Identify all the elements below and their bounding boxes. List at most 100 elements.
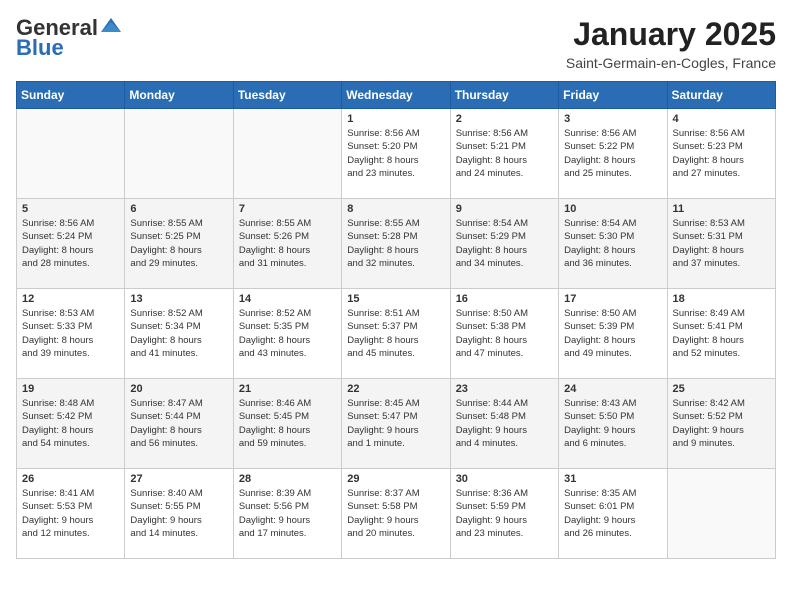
day-info: Sunrise: 8:43 AM Sunset: 5:50 PM Dayligh… (564, 397, 661, 450)
page-header: General Blue January 2025 Saint-Germain-… (16, 16, 776, 71)
day-info: Sunrise: 8:56 AM Sunset: 5:22 PM Dayligh… (564, 127, 661, 180)
day-number: 14 (239, 293, 336, 305)
calendar-week-4: 19 Sunrise: 8:48 AM Sunset: 5:42 PM Dayli… (17, 379, 776, 469)
day-info: Sunrise: 8:54 AM Sunset: 5:30 PM Dayligh… (564, 217, 661, 270)
calendar-cell: 6 Sunrise: 8:55 AM Sunset: 5:25 PM Daylig… (125, 199, 233, 289)
day-info: Sunrise: 8:56 AM Sunset: 5:21 PM Dayligh… (456, 127, 553, 180)
day-number: 28 (239, 473, 336, 485)
logo-blue: Blue (16, 36, 64, 60)
day-number: 23 (456, 383, 553, 395)
day-number: 1 (347, 113, 444, 125)
calendar-cell: 28 Sunrise: 8:39 AM Sunset: 5:56 PM Dayli… (233, 469, 341, 559)
day-info: Sunrise: 8:50 AM Sunset: 5:39 PM Dayligh… (564, 307, 661, 360)
day-header-friday: Friday (559, 82, 667, 109)
day-info: Sunrise: 8:54 AM Sunset: 5:29 PM Dayligh… (456, 217, 553, 270)
calendar-cell: 23 Sunrise: 8:44 AM Sunset: 5:48 PM Dayli… (450, 379, 558, 469)
day-number: 26 (22, 473, 119, 485)
day-info: Sunrise: 8:52 AM Sunset: 5:34 PM Dayligh… (130, 307, 227, 360)
calendar-cell: 20Sunrise: 8:47 AM Sunset: 5:44 PM Dayli… (125, 379, 233, 469)
day-number: 3 (564, 113, 661, 125)
calendar-week-3: 12Sunrise: 8:53 AM Sunset: 5:33 PM Dayli… (17, 289, 776, 379)
day-number: 31 (564, 473, 661, 485)
day-number: 10 (564, 203, 661, 215)
calendar-week-2: 5Sunrise: 8:56 AM Sunset: 5:24 PM Daylig… (17, 199, 776, 289)
day-number: 29 (347, 473, 444, 485)
day-info: Sunrise: 8:45 AM Sunset: 5:47 PM Dayligh… (347, 397, 444, 450)
day-header-sunday: Sunday (17, 82, 125, 109)
calendar-cell: 1Sunrise: 8:56 AM Sunset: 5:20 PM Daylig… (342, 109, 450, 199)
day-info: Sunrise: 8:55 AM Sunset: 5:26 PM Dayligh… (239, 217, 336, 270)
day-header-wednesday: Wednesday (342, 82, 450, 109)
calendar-cell: 5Sunrise: 8:56 AM Sunset: 5:24 PM Daylig… (17, 199, 125, 289)
day-info: Sunrise: 8:55 AM Sunset: 5:28 PM Dayligh… (347, 217, 444, 270)
day-info: Sunrise: 8:51 AM Sunset: 5:37 PM Dayligh… (347, 307, 444, 360)
day-info: Sunrise: 8:46 AM Sunset: 5:45 PM Dayligh… (239, 397, 336, 450)
day-number: 25 (673, 383, 770, 395)
day-header-thursday: Thursday (450, 82, 558, 109)
day-header-saturday: Saturday (667, 82, 775, 109)
calendar-week-1: 1Sunrise: 8:56 AM Sunset: 5:20 PM Daylig… (17, 109, 776, 199)
day-info: Sunrise: 8:56 AM Sunset: 5:23 PM Dayligh… (673, 127, 770, 180)
calendar-cell (667, 469, 775, 559)
calendar-cell: 14Sunrise: 8:52 AM Sunset: 5:35 PM Dayli… (233, 289, 341, 379)
day-info: Sunrise: 8:39 AM Sunset: 5:56 PM Dayligh… (239, 487, 336, 540)
day-number: 24 (564, 383, 661, 395)
location: Saint-Germain-en-Cogles, France (566, 55, 776, 71)
day-info: Sunrise: 8:55 AM Sunset: 5:25 PM Dayligh… (130, 217, 227, 270)
day-info: Sunrise: 8:41 AM Sunset: 5:53 PM Dayligh… (22, 487, 119, 540)
day-number: 27 (130, 473, 227, 485)
day-info: Sunrise: 8:37 AM Sunset: 5:58 PM Dayligh… (347, 487, 444, 540)
day-info: Sunrise: 8:50 AM Sunset: 5:38 PM Dayligh… (456, 307, 553, 360)
calendar-cell: 8 Sunrise: 8:55 AM Sunset: 5:28 PM Daylig… (342, 199, 450, 289)
day-number: 16 (456, 293, 553, 305)
month-title: January 2025 (566, 16, 776, 53)
calendar-cell: 3 Sunrise: 8:56 AM Sunset: 5:22 PM Daylig… (559, 109, 667, 199)
calendar-cell: 26 Sunrise: 8:41 AM Sunset: 5:53 PM Dayli… (17, 469, 125, 559)
calendar-cell: 17Sunrise: 8:50 AM Sunset: 5:39 PM Dayli… (559, 289, 667, 379)
calendar-cell: 15 Sunrise: 8:51 AM Sunset: 5:37 PM Dayli… (342, 289, 450, 379)
day-info: Sunrise: 8:40 AM Sunset: 5:55 PM Dayligh… (130, 487, 227, 540)
calendar-cell: 27 Sunrise: 8:40 AM Sunset: 5:55 PM Dayli… (125, 469, 233, 559)
calendar-cell: 7Sunrise: 8:55 AM Sunset: 5:26 PM Daylig… (233, 199, 341, 289)
calendar-cell: 2 Sunrise: 8:56 AM Sunset: 5:21 PM Daylig… (450, 109, 558, 199)
calendar-cell: 29 Sunrise: 8:37 AM Sunset: 5:58 PM Dayli… (342, 469, 450, 559)
calendar-cell: 4 Sunrise: 8:56 AM Sunset: 5:23 PM Daylig… (667, 109, 775, 199)
day-header-tuesday: Tuesday (233, 82, 341, 109)
day-header-monday: Monday (125, 82, 233, 109)
day-number: 21 (239, 383, 336, 395)
day-info: Sunrise: 8:53 AM Sunset: 5:33 PM Dayligh… (22, 307, 119, 360)
day-number: 5 (22, 203, 119, 215)
day-number: 20 (130, 383, 227, 395)
calendar-cell: 11Sunrise: 8:53 AM Sunset: 5:31 PM Dayli… (667, 199, 775, 289)
day-number: 2 (456, 113, 553, 125)
calendar-cell: 25 Sunrise: 8:42 AM Sunset: 5:52 PM Dayli… (667, 379, 775, 469)
calendar-cell: 9Sunrise: 8:54 AM Sunset: 5:29 PM Daylig… (450, 199, 558, 289)
day-number: 4 (673, 113, 770, 125)
calendar-cell: 22 Sunrise: 8:45 AM Sunset: 5:47 PM Dayli… (342, 379, 450, 469)
calendar-cell: 31 Sunrise: 8:35 AM Sunset: 6:01 PM Dayli… (559, 469, 667, 559)
calendar-cell (233, 109, 341, 199)
calendar-cell (125, 109, 233, 199)
calendar-cell (17, 109, 125, 199)
calendar-cell: 10 Sunrise: 8:54 AM Sunset: 5:30 PM Dayli… (559, 199, 667, 289)
calendar-header-row: SundayMondayTuesdayWednesdayThursdayFrid… (17, 82, 776, 109)
day-info: Sunrise: 8:53 AM Sunset: 5:31 PM Dayligh… (673, 217, 770, 270)
calendar: SundayMondayTuesdayWednesdayThursdayFrid… (16, 81, 776, 559)
day-number: 8 (347, 203, 444, 215)
day-info: Sunrise: 8:44 AM Sunset: 5:48 PM Dayligh… (456, 397, 553, 450)
day-number: 19 (22, 383, 119, 395)
calendar-cell: 30Sunrise: 8:36 AM Sunset: 5:59 PM Dayli… (450, 469, 558, 559)
calendar-cell: 19 Sunrise: 8:48 AM Sunset: 5:42 PM Dayli… (17, 379, 125, 469)
day-info: Sunrise: 8:36 AM Sunset: 5:59 PM Dayligh… (456, 487, 553, 540)
calendar-cell: 12Sunrise: 8:53 AM Sunset: 5:33 PM Dayli… (17, 289, 125, 379)
day-number: 22 (347, 383, 444, 395)
day-info: Sunrise: 8:49 AM Sunset: 5:41 PM Dayligh… (673, 307, 770, 360)
day-info: Sunrise: 8:48 AM Sunset: 5:42 PM Dayligh… (22, 397, 119, 450)
calendar-cell: 18Sunrise: 8:49 AM Sunset: 5:41 PM Dayli… (667, 289, 775, 379)
day-number: 15 (347, 293, 444, 305)
title-block: January 2025 Saint-Germain-en-Cogles, Fr… (566, 16, 776, 71)
day-info: Sunrise: 8:35 AM Sunset: 6:01 PM Dayligh… (564, 487, 661, 540)
day-number: 6 (130, 203, 227, 215)
calendar-cell: 16 Sunrise: 8:50 AM Sunset: 5:38 PM Dayli… (450, 289, 558, 379)
day-info: Sunrise: 8:42 AM Sunset: 5:52 PM Dayligh… (673, 397, 770, 450)
